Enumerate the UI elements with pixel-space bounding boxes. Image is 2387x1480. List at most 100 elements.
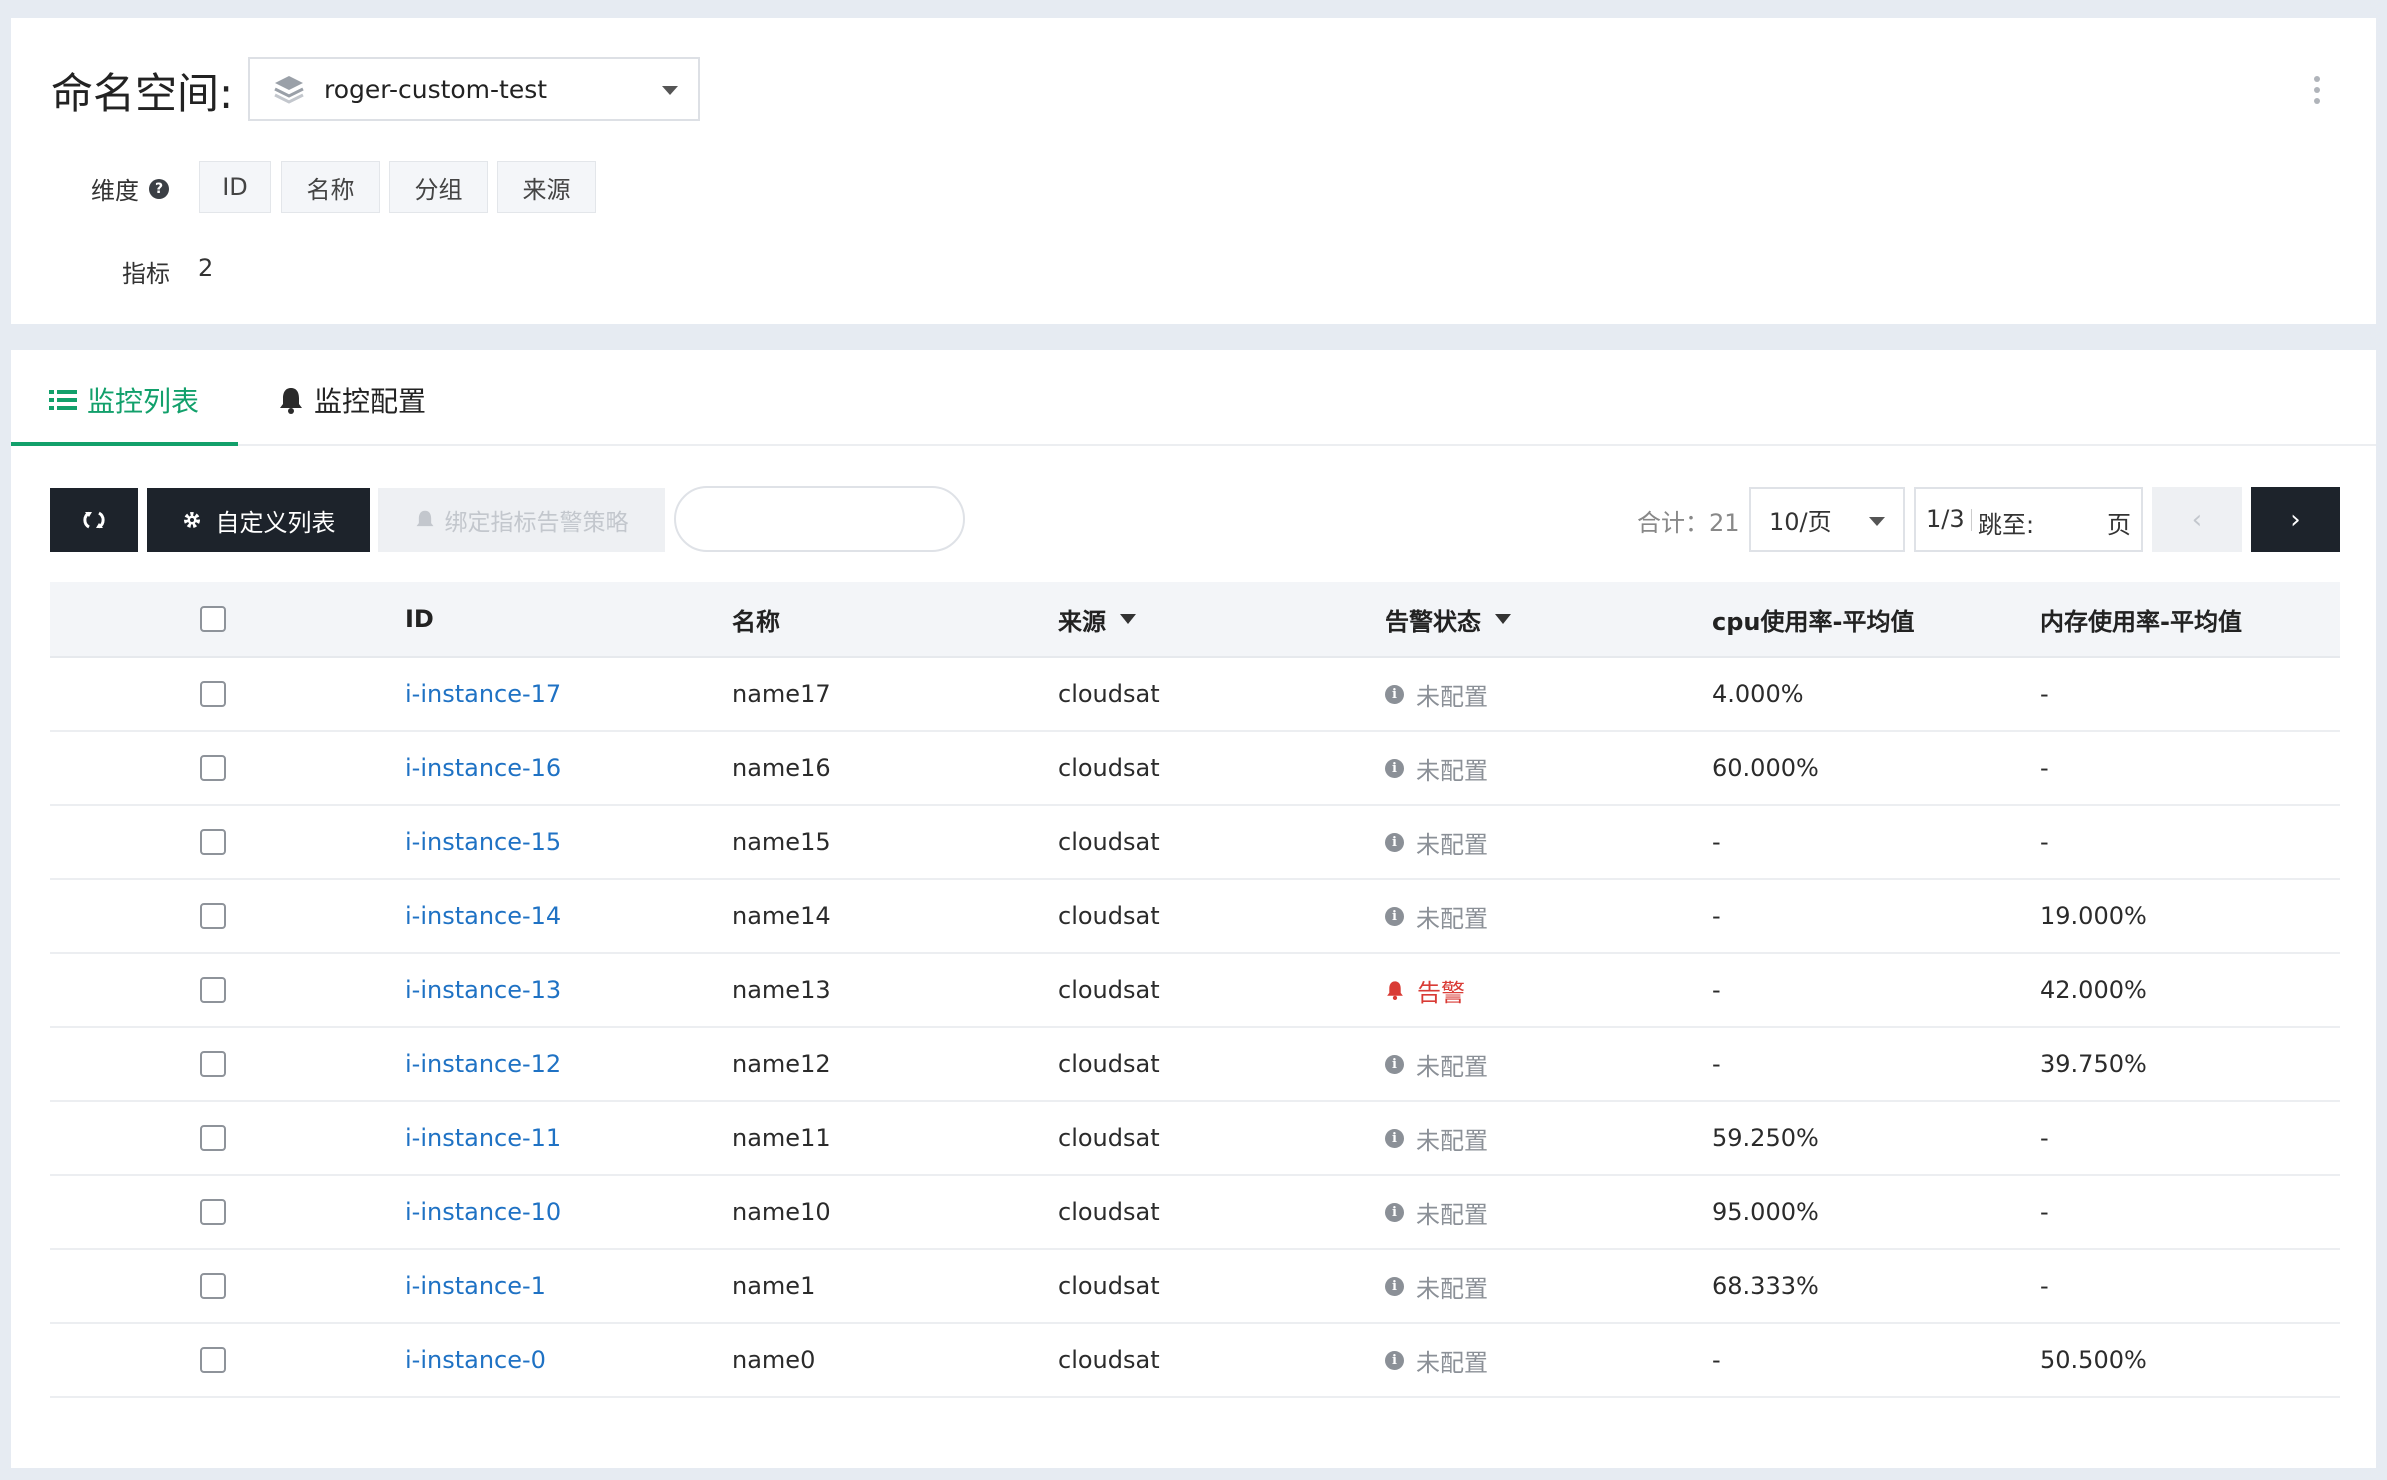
- table-row: i-instance-14 name14 cloudsat i 未配置 - 19.000%: [50, 880, 2340, 954]
- instance-id-link[interactable]: i-instance-12: [405, 1028, 561, 1100]
- instance-id-link[interactable]: i-instance-16: [405, 732, 561, 804]
- dimension-tag-group[interactable]: 分组: [389, 161, 488, 213]
- dimension-tag-id[interactable]: ID: [199, 161, 271, 213]
- header-source[interactable]: 来源: [1058, 582, 1136, 656]
- row-select-cell: [200, 1102, 226, 1174]
- row-checkbox[interactable]: [200, 903, 226, 929]
- tab-monitor-config[interactable]: 监控配置: [278, 380, 426, 420]
- filter-caret-icon[interactable]: [1495, 614, 1511, 624]
- refresh-icon: [83, 511, 105, 529]
- refresh-button[interactable]: [50, 488, 138, 552]
- row-checkbox[interactable]: [200, 1199, 226, 1225]
- instance-name: name15: [732, 828, 831, 856]
- row-checkbox[interactable]: [200, 1273, 226, 1299]
- page-jump-input[interactable]: 1/3 跳至: 页: [1914, 487, 2143, 552]
- instance-id-link[interactable]: i-instance-15: [405, 806, 561, 878]
- dimension-tag-source[interactable]: 来源: [497, 161, 596, 213]
- mem-value: 50.500%: [2040, 1346, 2147, 1374]
- alarm-status-text: 未配置: [1416, 756, 1488, 785]
- more-vertical-icon[interactable]: [2314, 76, 2320, 109]
- mem-value: 42.000%: [2040, 976, 2147, 1004]
- select-all-checkbox[interactable]: [200, 606, 226, 632]
- alarm-status-badge: 告警: [1385, 973, 1465, 1008]
- instance-id-link[interactable]: i-instance-0: [405, 1324, 546, 1396]
- alarm-status-text: 未配置: [1416, 1348, 1488, 1377]
- instance-name: name11: [732, 1124, 831, 1152]
- metric-count: 2: [198, 254, 214, 282]
- prev-page-button[interactable]: ‹: [2152, 487, 2242, 552]
- chevron-down-icon: [662, 86, 678, 95]
- help-icon[interactable]: ?: [149, 178, 169, 199]
- alarm-status: i 未配置: [1385, 1102, 1488, 1174]
- row-select-cell: [200, 954, 226, 1026]
- jump-suffix: 页: [2107, 511, 2131, 539]
- search-input[interactable]: [674, 486, 965, 552]
- header-alarm-status[interactable]: 告警状态: [1385, 582, 1511, 656]
- mem-value: 39.750%: [2040, 1050, 2147, 1078]
- page-size-select[interactable]: 10/页: [1749, 487, 1905, 552]
- instance-id-link[interactable]: i-instance-10: [405, 1176, 561, 1248]
- row-select-cell: [200, 880, 226, 952]
- row-checkbox[interactable]: [200, 1347, 226, 1373]
- dimension-tag-name[interactable]: 名称: [281, 161, 380, 213]
- alarm-status-badge: i 未配置: [1385, 677, 1488, 712]
- info-icon: i: [1385, 1128, 1404, 1148]
- table-row: i-instance-11 name11 cloudsat i 未配置 59.250% -: [50, 1102, 2340, 1176]
- instance-id-link[interactable]: i-instance-14: [405, 880, 561, 952]
- bind-alarm-policy-button[interactable]: 绑定指标告警策略: [378, 488, 665, 552]
- namespace-label: 命名空间:: [51, 69, 234, 118]
- alarm-status: i 未配置: [1385, 880, 1488, 952]
- alarm-status-badge: i 未配置: [1385, 1269, 1488, 1304]
- info-icon: i: [1385, 1276, 1404, 1296]
- row-checkbox[interactable]: [200, 755, 226, 781]
- filter-caret-icon[interactable]: [1120, 614, 1136, 624]
- table-row: i-instance-1 name1 cloudsat i 未配置 68.333% -: [50, 1250, 2340, 1324]
- alarm-status-text: 告警: [1417, 978, 1465, 1007]
- info-icon: i: [1385, 906, 1404, 926]
- tab-monitor-config-label: 监控配置: [314, 385, 427, 418]
- cpu-value: 4.000%: [1712, 680, 1804, 708]
- alarm-status: 告警: [1385, 954, 1465, 1026]
- jump-label: 跳至:: [1978, 511, 2035, 539]
- row-checkbox[interactable]: [200, 1051, 226, 1077]
- row-checkbox[interactable]: [200, 1125, 226, 1151]
- row-select-cell: [200, 1324, 226, 1396]
- customize-list-button[interactable]: 自定义列表: [147, 488, 370, 552]
- namespace-panel: 命名空间: roger-custom-test 维度 ? ID 名称 分组 来源…: [11, 18, 2376, 324]
- row-checkbox[interactable]: [200, 681, 226, 707]
- total-count: 合计：21: [1637, 509, 1740, 537]
- row-select-cell: [200, 1028, 226, 1100]
- mem-value: -: [2040, 754, 2049, 782]
- metric-label: 指标: [122, 260, 170, 288]
- row-select-cell: [200, 1176, 226, 1248]
- cpu-value: -: [1712, 1346, 1721, 1374]
- alarm-status-text: 未配置: [1416, 830, 1488, 859]
- instance-name: name17: [732, 680, 831, 708]
- instance-source: cloudsat: [1058, 680, 1160, 708]
- instance-id-link[interactable]: i-instance-13: [405, 954, 561, 1026]
- instance-id-link[interactable]: i-instance-1: [405, 1250, 546, 1322]
- mem-value: -: [2040, 1198, 2049, 1226]
- row-checkbox[interactable]: [200, 829, 226, 855]
- instance-name: name0: [732, 1346, 816, 1374]
- tabs-divider: [11, 444, 2376, 446]
- alarm-status-badge: i 未配置: [1385, 1195, 1488, 1230]
- alarm-status-badge: i 未配置: [1385, 825, 1488, 860]
- namespace-select[interactable]: roger-custom-test: [248, 57, 700, 121]
- tab-monitor-list[interactable]: 监控列表: [49, 380, 199, 420]
- table-row: i-instance-15 name15 cloudsat i 未配置 - -: [50, 806, 2340, 880]
- alarm-status: i 未配置: [1385, 1176, 1488, 1248]
- instance-id-link[interactable]: i-instance-11: [405, 1102, 561, 1174]
- instance-id-link[interactable]: i-instance-17: [405, 658, 561, 730]
- info-icon: i: [1385, 1350, 1404, 1370]
- row-checkbox[interactable]: [200, 977, 226, 1003]
- instance-source: cloudsat: [1058, 1050, 1160, 1078]
- next-page-button[interactable]: ›: [2251, 487, 2340, 552]
- mem-value: -: [2040, 1272, 2049, 1300]
- customize-list-label: 自定义列表: [215, 508, 336, 537]
- row-select-cell: [200, 1250, 226, 1322]
- select-all-cell: [200, 582, 226, 656]
- instance-source: cloudsat: [1058, 1346, 1160, 1374]
- bind-alarm-policy-label: 绑定指标告警策略: [444, 510, 629, 536]
- dimension-label: 维度 ?: [91, 171, 169, 206]
